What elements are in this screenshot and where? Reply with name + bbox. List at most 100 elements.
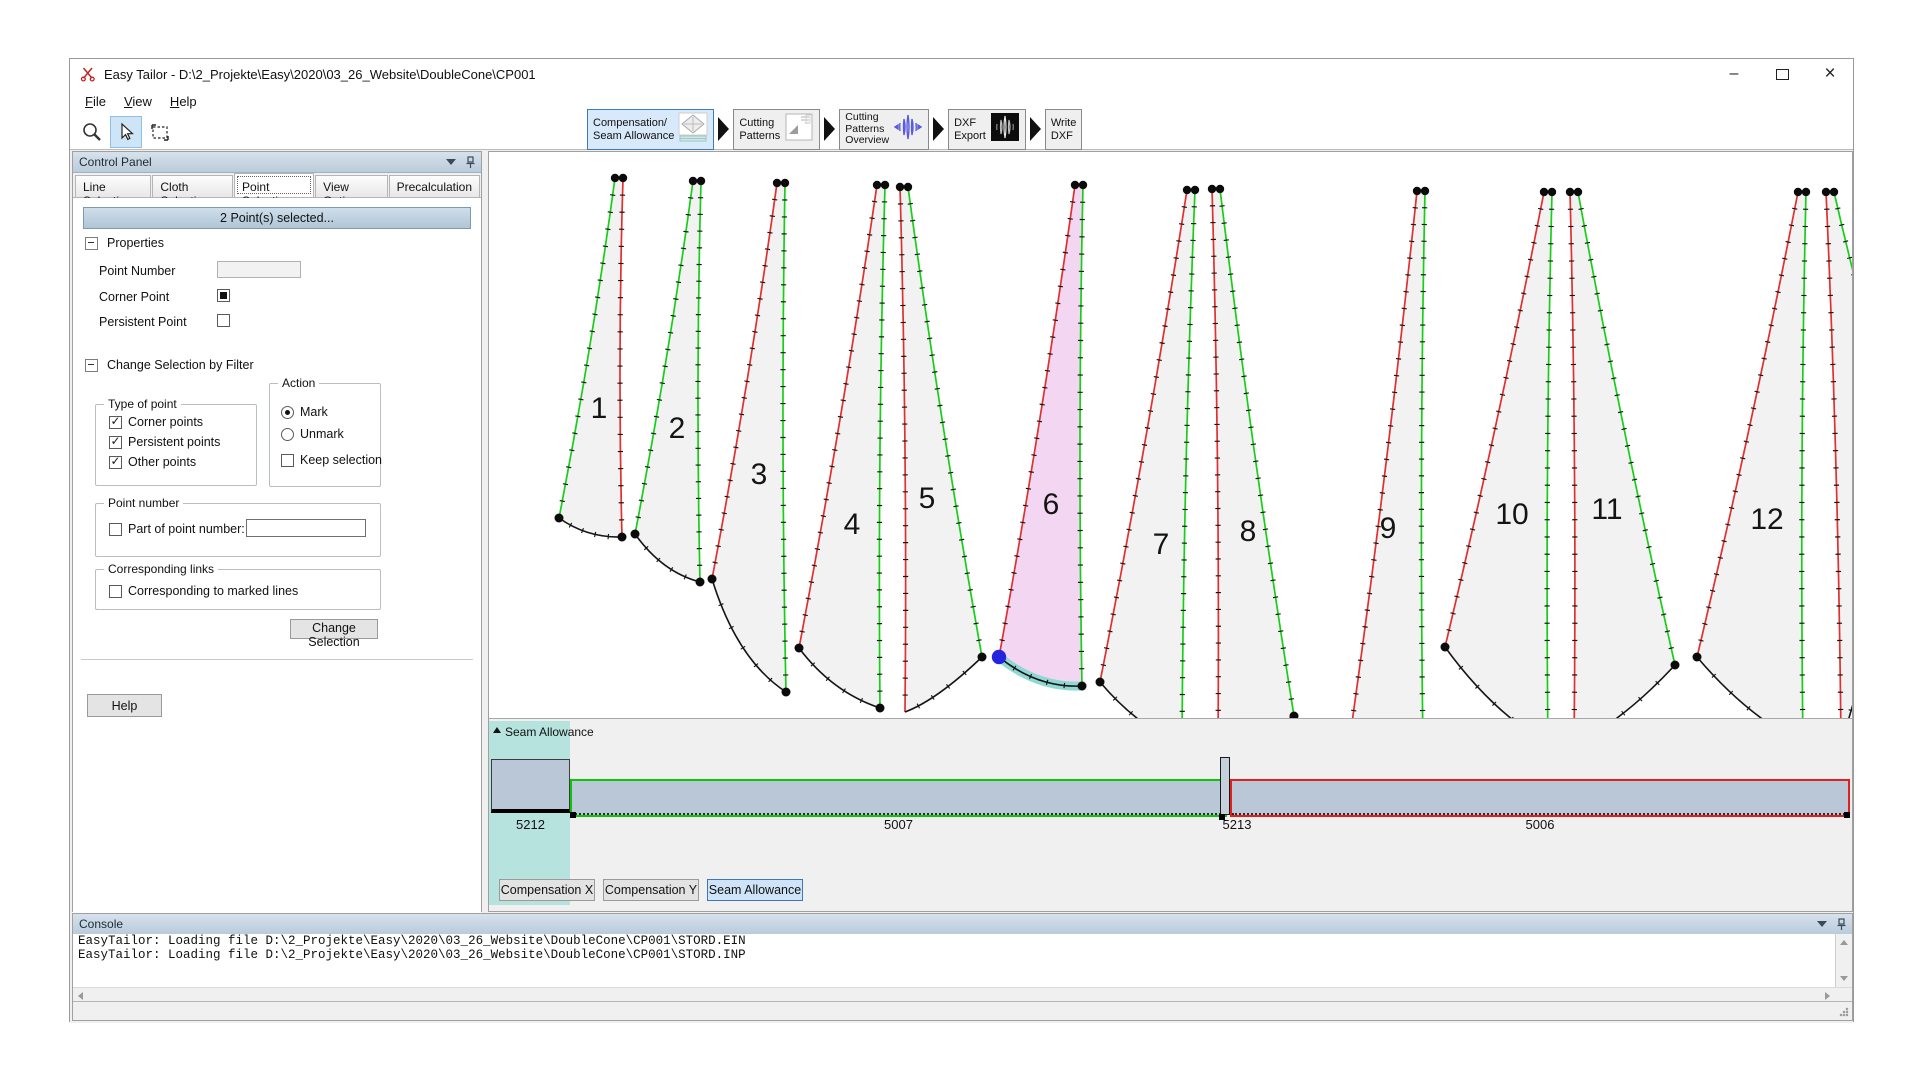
- tab-point-selection[interactable]: Point Selection: [234, 173, 314, 197]
- corner-point[interactable]: [1441, 643, 1450, 652]
- resize-grip[interactable]: [1839, 1007, 1849, 1017]
- corner-point[interactable]: [1413, 187, 1421, 195]
- unmark-radio[interactable]: [281, 428, 294, 441]
- corner-point[interactable]: [1802, 188, 1810, 196]
- pattern-panel-4[interactable]: 4: [795, 181, 890, 713]
- selected-point[interactable]: [992, 650, 1006, 664]
- corner-point[interactable]: [618, 533, 627, 542]
- scroll-down-icon[interactable]: [1840, 976, 1848, 981]
- corresponding-to-marked-lines-checkbox[interactable]: [109, 585, 122, 598]
- corner-point[interactable]: [708, 575, 717, 584]
- pattern-panel-8[interactable]: 8: [1208, 185, 1299, 718]
- corner-point[interactable]: [1540, 188, 1548, 196]
- corner-point[interactable]: [1794, 188, 1802, 196]
- workflow-button-cutting-patterns[interactable]: Cutting Patterns: [733, 109, 820, 150]
- pattern-drawing[interactable]: 123456789101112: [489, 152, 1852, 718]
- change-selection-button[interactable]: Change Selection: [290, 619, 378, 639]
- pattern-panel-6[interactable]: 6: [992, 181, 1087, 691]
- corner-point[interactable]: [631, 530, 640, 539]
- tab-line-selection[interactable]: Line Selection: [75, 175, 151, 197]
- workflow-button-cutting-patterns-overview[interactable]: Cutting Patterns Overview: [839, 109, 929, 150]
- point-number-filter-input[interactable]: [246, 519, 366, 537]
- corner-point[interactable]: [1078, 682, 1087, 691]
- panel-shape[interactable]: [900, 187, 982, 712]
- corner-point[interactable]: [1574, 188, 1582, 196]
- other-points-checkbox[interactable]: [109, 456, 122, 469]
- corner-point[interactable]: [904, 183, 912, 191]
- corner-point[interactable]: [782, 688, 791, 697]
- corner-point[interactable]: [611, 174, 619, 182]
- pattern-panel-5[interactable]: 5: [896, 183, 987, 712]
- corner-point[interactable]: [1096, 678, 1105, 687]
- filter-section-header[interactable]: Change Selection by Filter: [85, 358, 254, 372]
- corner-points-checkbox[interactable]: [109, 416, 122, 429]
- corner-point[interactable]: [876, 704, 885, 713]
- chevron-down-icon[interactable]: [1817, 921, 1827, 927]
- seam-tab-compensation-x[interactable]: Compensation X: [499, 879, 595, 901]
- corner-point-checkbox[interactable]: [217, 289, 230, 302]
- pattern-panel-partial[interactable]: [1822, 188, 1852, 718]
- pattern-panel-11[interactable]: 11: [1566, 188, 1680, 718]
- corner-point[interactable]: [1208, 185, 1216, 193]
- minimize-button[interactable]: –: [1721, 61, 1747, 87]
- pattern-panel-3[interactable]: 3: [708, 179, 791, 697]
- corner-point[interactable]: [881, 181, 889, 189]
- corner-point[interactable]: [1079, 181, 1087, 189]
- corner-point[interactable]: [1566, 188, 1574, 196]
- marquee-tool-button[interactable]: [144, 116, 176, 148]
- corner-point[interactable]: [1693, 653, 1702, 662]
- workflow-button-dxf-export[interactable]: DXF Export: [948, 109, 1026, 150]
- seam-bar-5212[interactable]: [491, 759, 570, 813]
- corner-point[interactable]: [1671, 661, 1680, 670]
- tab-view-options[interactable]: View Options: [315, 175, 387, 197]
- corner-point[interactable]: [773, 179, 781, 187]
- workflow-button-write-dxf[interactable]: Write DXF: [1045, 109, 1082, 150]
- console-header[interactable]: Console: [73, 914, 1852, 935]
- point-number-input[interactable]: [217, 261, 301, 278]
- help-button[interactable]: Help: [87, 694, 162, 717]
- collapse-icon[interactable]: [85, 359, 98, 372]
- pin-icon[interactable]: [1837, 918, 1846, 931]
- scroll-up-icon[interactable]: [1840, 940, 1848, 945]
- mark-radio[interactable]: [281, 406, 294, 419]
- pattern-panel-10[interactable]: 10: [1441, 188, 1557, 718]
- corner-point[interactable]: [1071, 181, 1079, 189]
- panel-shape[interactable]: [712, 183, 786, 692]
- panel-shape[interactable]: [799, 185, 885, 708]
- corner-point[interactable]: [1421, 187, 1429, 195]
- corner-point[interactable]: [555, 514, 564, 523]
- panel-shape[interactable]: [1445, 192, 1552, 718]
- pin-icon[interactable]: [466, 156, 475, 169]
- zoom-tool-button[interactable]: [76, 116, 108, 148]
- corner-point[interactable]: [1191, 186, 1199, 194]
- persistent-points-checkbox[interactable]: [109, 436, 122, 449]
- seam-bar-5007[interactable]: [570, 779, 1227, 817]
- corner-point[interactable]: [873, 181, 881, 189]
- seam-tab-seam-allowance[interactable]: Seam Allowance: [707, 879, 803, 901]
- tab-cloth-selection[interactable]: Cloth Selection: [152, 175, 233, 197]
- scroll-left-icon[interactable]: [78, 992, 83, 1000]
- pattern-canvas[interactable]: 123456789101112: [489, 152, 1852, 718]
- panel-shape[interactable]: [1100, 190, 1195, 718]
- corner-point[interactable]: [978, 653, 987, 662]
- collapse-icon[interactable]: [85, 237, 98, 250]
- corner-point[interactable]: [896, 183, 904, 191]
- panel-shape[interactable]: [635, 181, 701, 582]
- panel-shape[interactable]: [1570, 192, 1675, 718]
- seam-bar-5213[interactable]: [1220, 757, 1230, 815]
- corner-point[interactable]: [1216, 185, 1224, 193]
- corner-point[interactable]: [781, 179, 789, 187]
- properties-section-header[interactable]: Properties: [85, 236, 164, 250]
- panel-shape[interactable]: [999, 185, 1083, 686]
- corner-point[interactable]: [795, 644, 804, 653]
- tab-precalculation[interactable]: Precalculation: [389, 175, 480, 197]
- seam-tab-compensation-y[interactable]: Compensation Y: [603, 879, 699, 901]
- pattern-panel-9[interactable]: 9: [1349, 187, 1429, 718]
- workflow-button-compensation-seam-allowance[interactable]: Compensation/ Seam Allowance: [587, 109, 714, 150]
- corner-point[interactable]: [1830, 188, 1838, 196]
- corner-point[interactable]: [1183, 186, 1191, 194]
- select-tool-button[interactable]: [110, 116, 142, 148]
- corner-point[interactable]: [619, 174, 627, 182]
- corner-point[interactable]: [697, 177, 705, 185]
- pattern-panel-2[interactable]: 2: [631, 177, 706, 587]
